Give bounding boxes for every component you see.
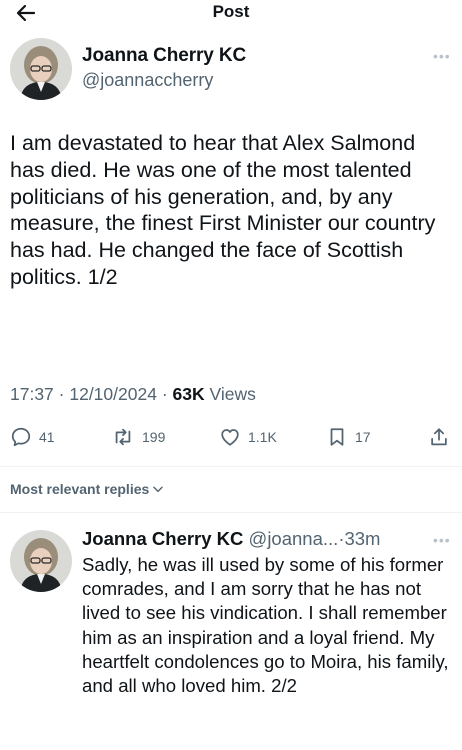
tweet-text: I am devastated to hear that Alex Salmon… [10, 131, 436, 289]
reply-avatar[interactable] [10, 530, 72, 592]
chevron-down-icon [153, 486, 164, 493]
bookmark-button[interactable]: 17 [326, 422, 371, 452]
top-bar: Post [0, 0, 462, 28]
page-title: Post [212, 2, 250, 21]
reply-time[interactable]: 33m [344, 528, 380, 549]
replies-sort-label: Most relevant replies [10, 481, 150, 497]
share-icon [431, 428, 447, 446]
divider [0, 466, 462, 467]
reply-header: Joanna Cherry KC @joanna...·33m [82, 528, 381, 549]
like-button[interactable]: 1.1K [219, 422, 277, 452]
repost-icon [115, 428, 131, 446]
bookmark-count: 17 [355, 429, 371, 445]
bookmark-icon [330, 428, 344, 446]
reply-text: Sadly, he was ill used by some of his fo… [82, 554, 449, 697]
share-button[interactable] [428, 422, 457, 452]
tweet-date[interactable]: 12/10/2024 [69, 384, 157, 404]
tweet-meta: 17:37 · 12/10/2024 · 63K Views [10, 384, 256, 404]
action-bar: 41 199 1.1K 17 [0, 422, 462, 454]
heart-icon [221, 429, 239, 446]
views-label: Views [209, 384, 256, 404]
repost-count: 199 [142, 429, 166, 445]
repost-button[interactable]: 199 [111, 422, 165, 452]
like-count: 1.1K [248, 429, 277, 445]
author-name[interactable]: Joanna Cherry KC [82, 45, 246, 67]
author-handle[interactable]: @joannaccherry [82, 70, 213, 91]
divider [0, 512, 462, 513]
reply-count: 41 [39, 429, 55, 445]
more-dots-icon[interactable]: ••• [433, 48, 451, 64]
reply-more-dots-icon[interactable]: ••• [433, 532, 451, 548]
reply-author-handle[interactable]: @joanna... [249, 528, 339, 549]
reply-bubble-icon [11, 427, 31, 447]
reply-author-name[interactable]: Joanna Cherry KC [82, 528, 243, 549]
tweet-time[interactable]: 17:37 [10, 384, 54, 404]
views-count: 63K [172, 384, 205, 404]
avatar[interactable] [10, 38, 72, 100]
reply-button[interactable]: 41 [10, 422, 55, 452]
replies-sort-dropdown[interactable]: Most relevant replies [10, 481, 165, 497]
